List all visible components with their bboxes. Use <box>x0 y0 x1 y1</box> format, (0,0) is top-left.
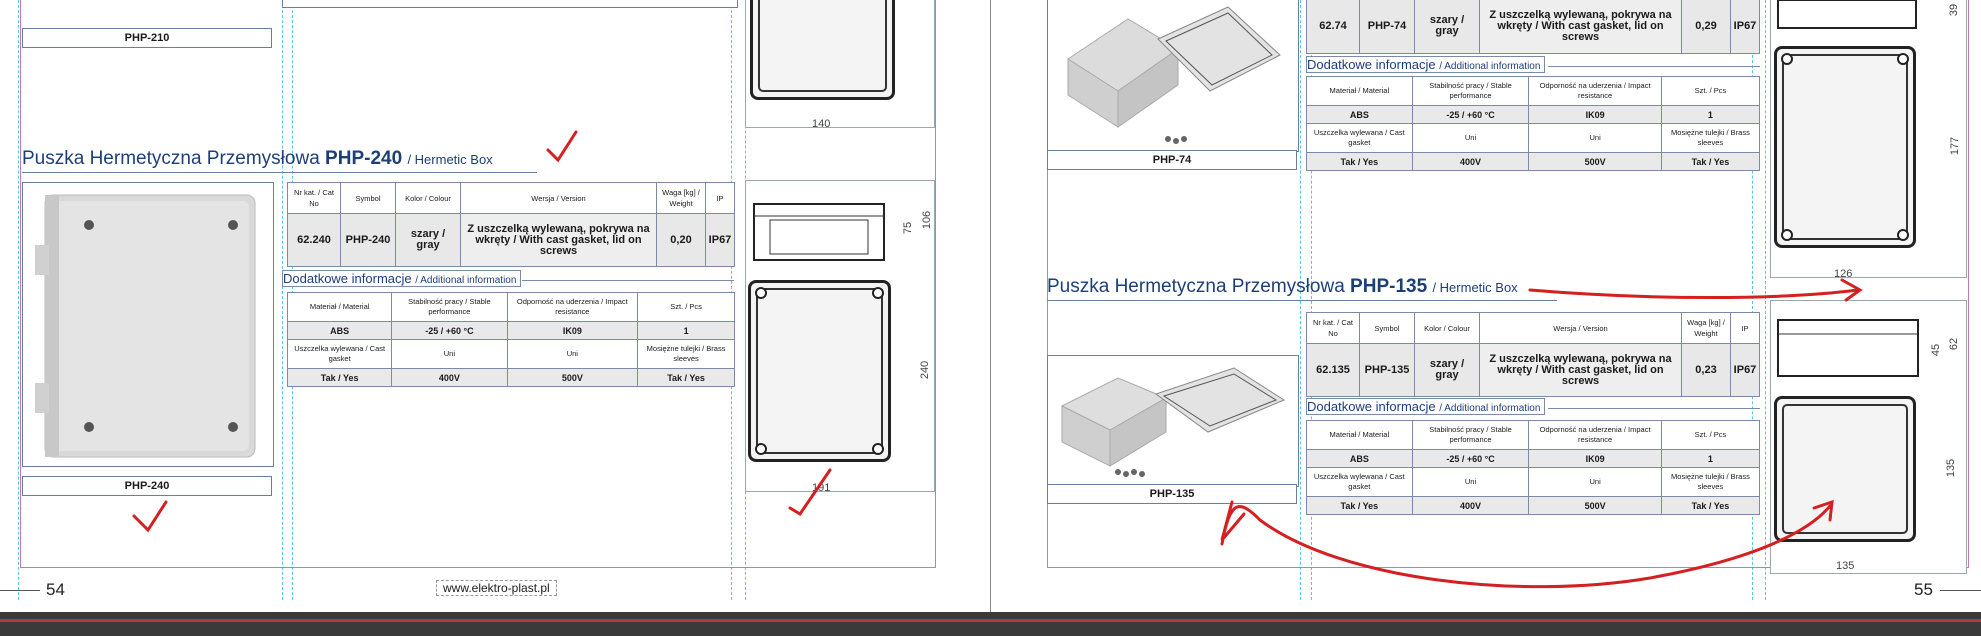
app-status-bar <box>0 612 1981 636</box>
checkmark-annotation <box>546 130 578 163</box>
arrow-annotation <box>1220 504 1832 589</box>
red-annotations <box>132 130 1863 589</box>
checkmark-annotation <box>788 468 832 517</box>
arrow-annotation <box>1528 288 1860 299</box>
checkmark-annotation <box>132 500 168 533</box>
